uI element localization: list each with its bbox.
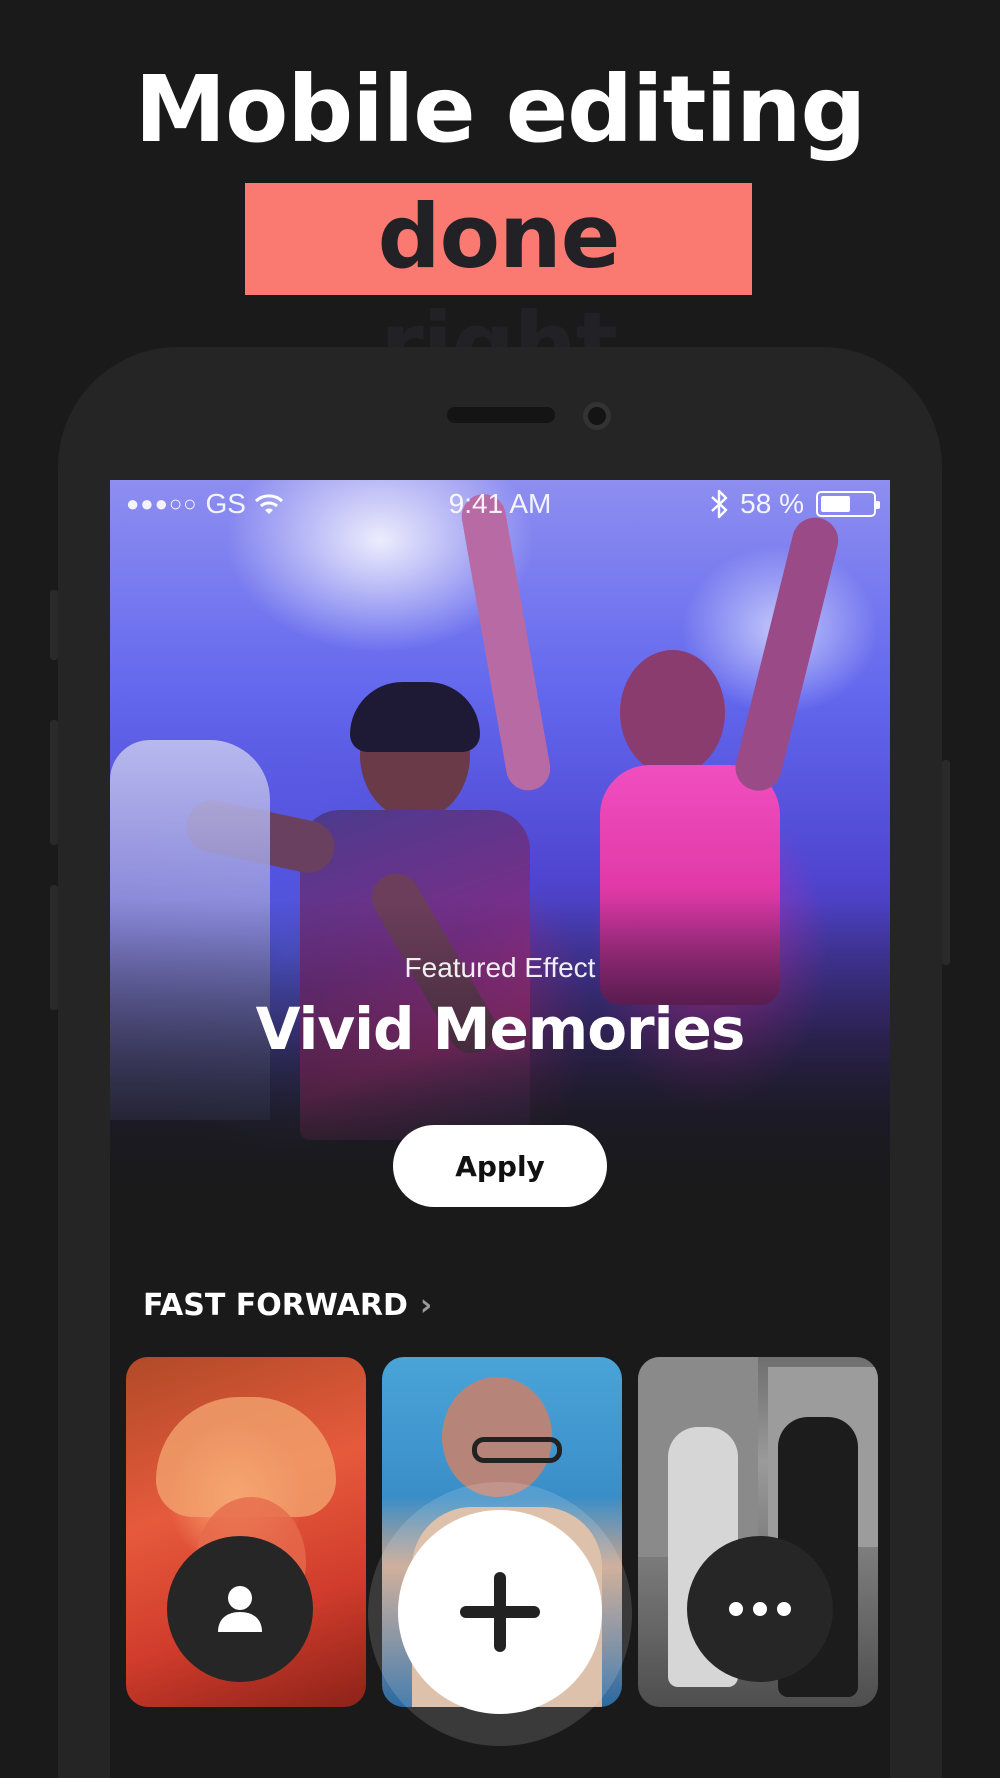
add-project-button[interactable] <box>398 1510 602 1714</box>
section-title: FAST FORWARD <box>143 1288 408 1323</box>
bluetooth-icon <box>711 489 728 519</box>
status-bar: ●●●○○ GS 9:41 AM 58 % <box>110 480 890 528</box>
more-button[interactable] <box>687 1536 833 1682</box>
phone-side-button <box>50 590 58 660</box>
app-screen: ●●●○○ GS 9:41 AM 58 % Featured Effect Vi… <box>110 480 890 1778</box>
battery-icon <box>816 491 880 517</box>
ellipsis-icon <box>729 1602 791 1616</box>
phone-power-button <box>942 760 950 965</box>
chevron-right-icon: › <box>419 1288 433 1323</box>
battery-percent: 58 % <box>740 488 804 519</box>
profile-button[interactable] <box>167 1536 313 1682</box>
plus-icon <box>460 1572 540 1652</box>
phone-volume-up <box>50 720 58 845</box>
section-header-fast-forward[interactable]: FAST FORWARD › <box>143 1288 432 1323</box>
battery-level <box>821 496 850 512</box>
headline-line-1: Mobile editing <box>134 56 867 163</box>
phone-camera <box>583 402 611 430</box>
apply-button[interactable]: Apply <box>393 1125 607 1207</box>
featured-effect-title: Vivid Memories <box>255 995 746 1063</box>
phone-volume-down <box>50 885 58 1010</box>
person-icon <box>218 1586 262 1632</box>
phone-speaker <box>447 407 555 423</box>
headline-highlight: done right <box>245 183 752 396</box>
hero-image: ●●●○○ GS 9:41 AM 58 % Featured Effect Vi… <box>110 480 890 1200</box>
status-right: 58 % <box>710 488 880 520</box>
featured-effect-label: Featured Effect <box>404 952 596 983</box>
